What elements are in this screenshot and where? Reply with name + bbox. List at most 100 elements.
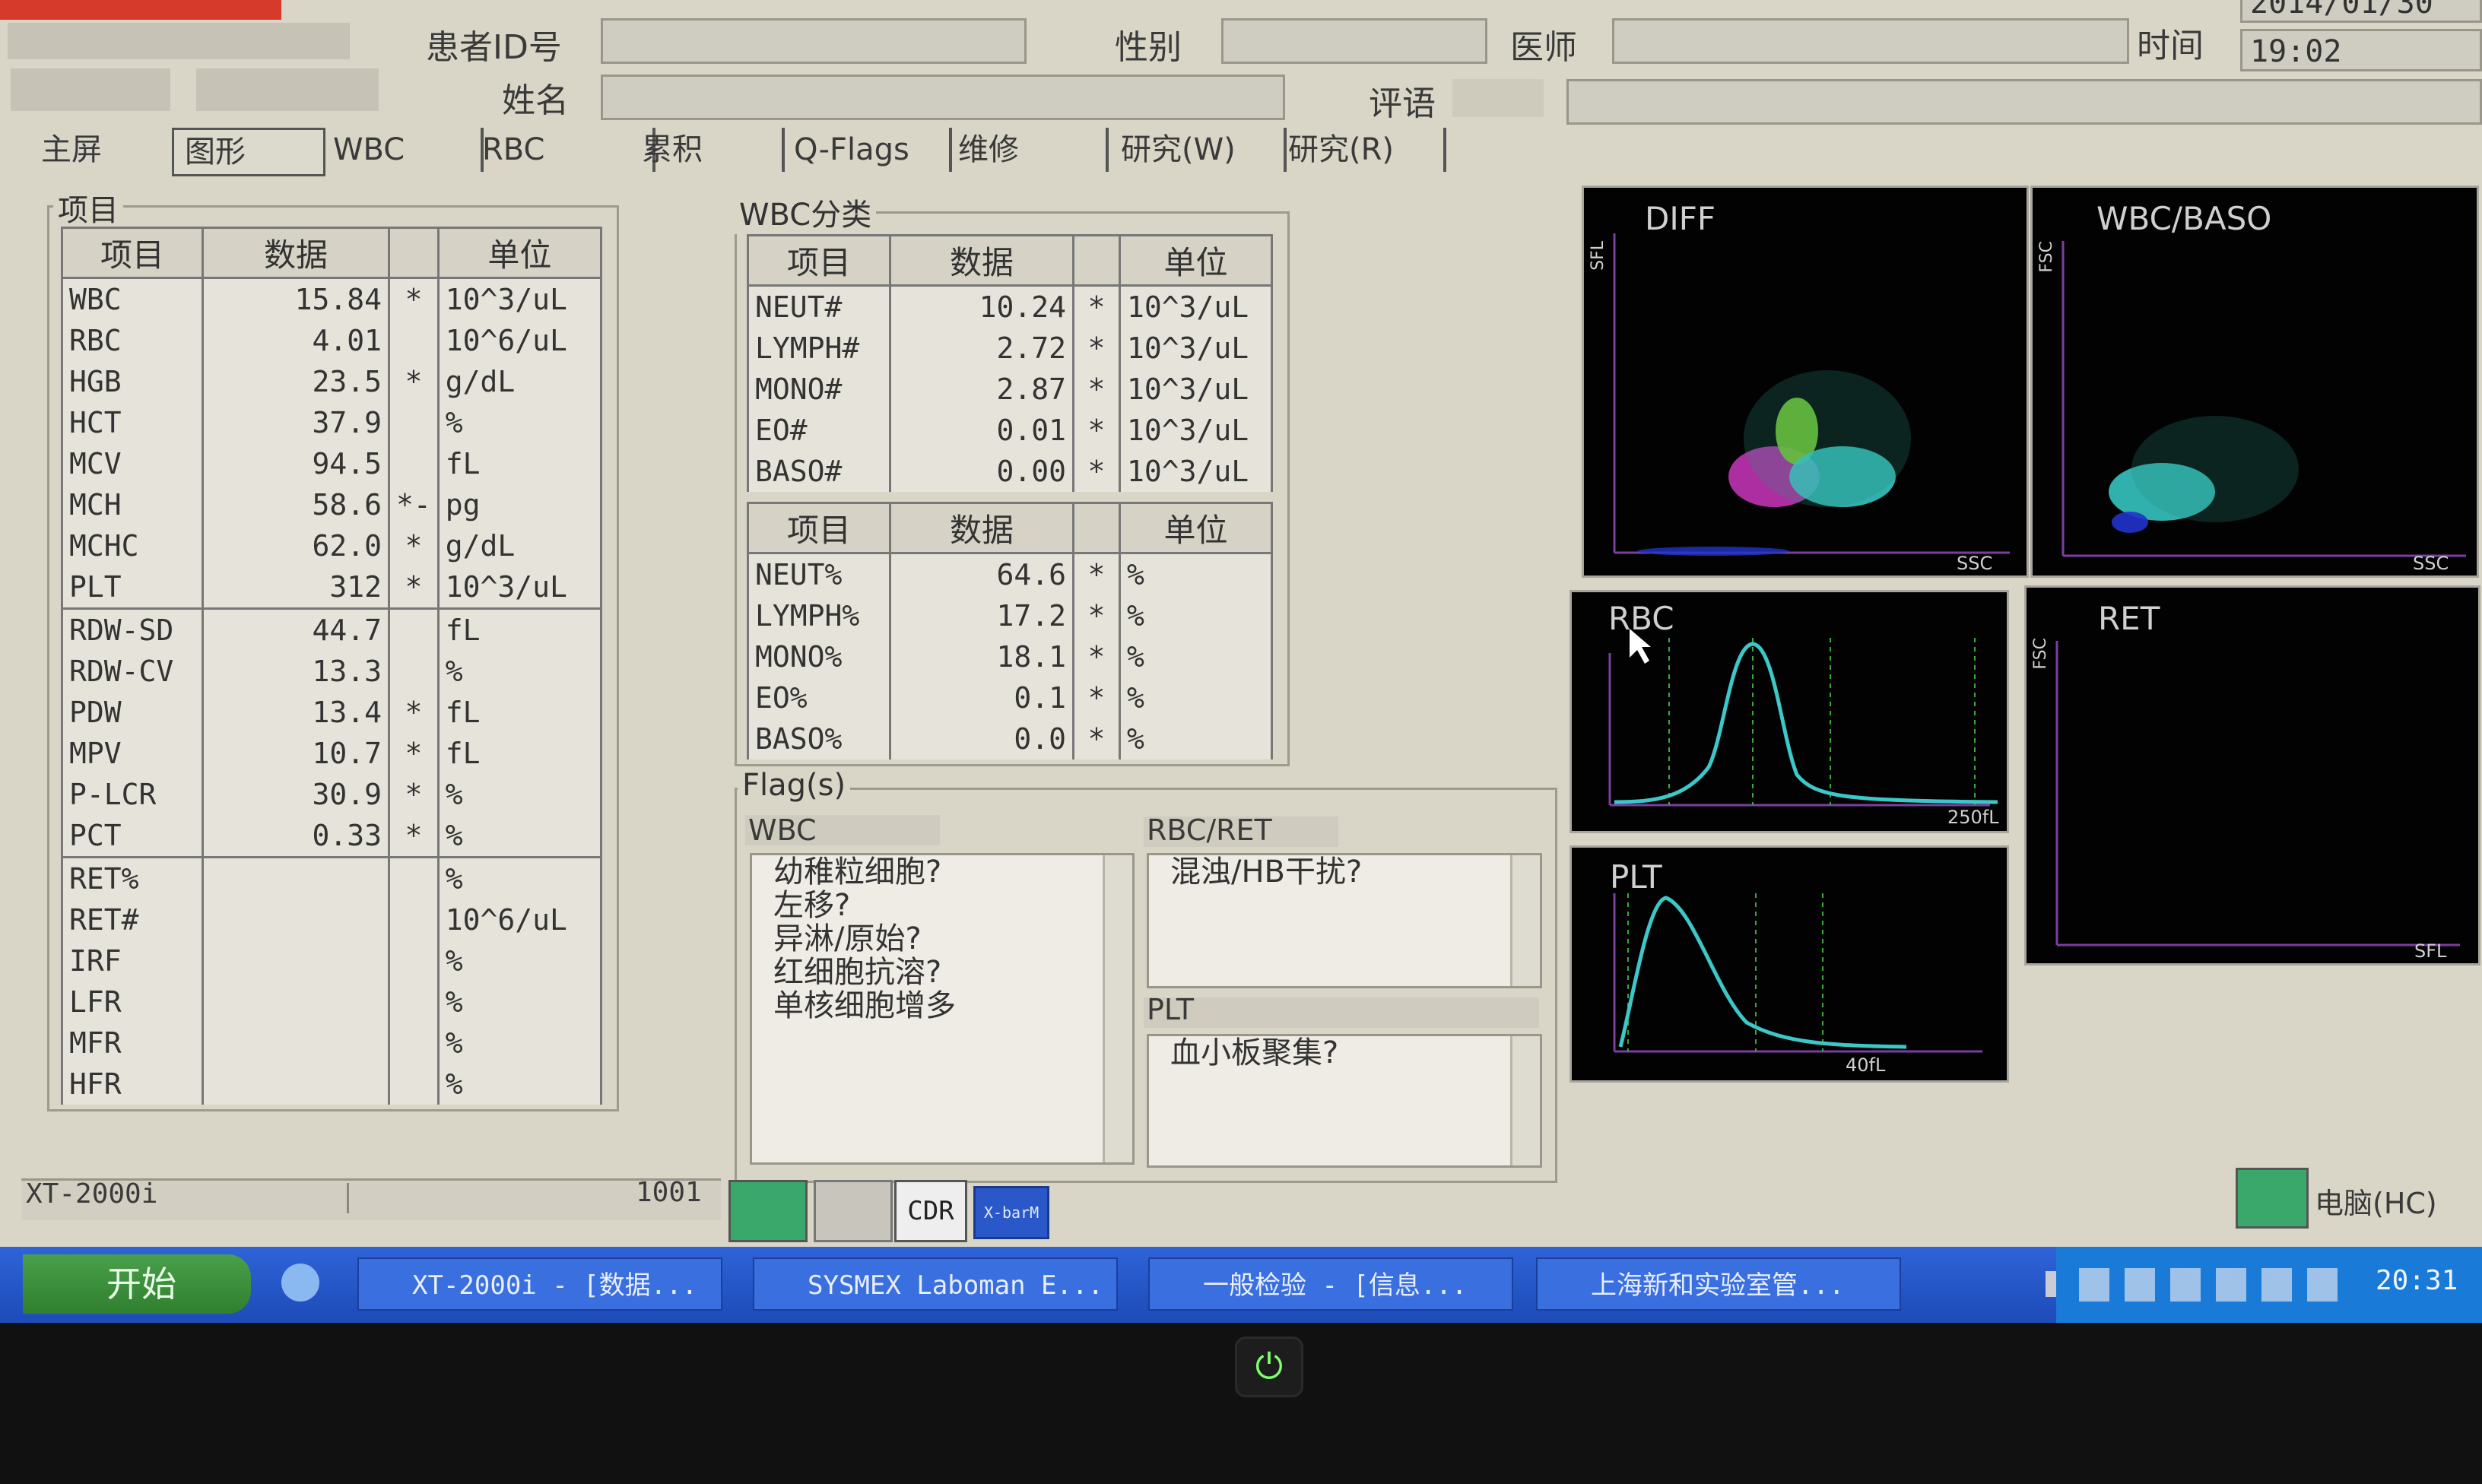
start-button[interactable]: 开始 [23, 1254, 251, 1314]
taskbar-item-laboman[interactable]: SYSMEX Laboman E... [753, 1257, 1118, 1311]
taskbar: 开始 XT-2000i - [数据... SYSMEX Laboman E...… [0, 1247, 2482, 1323]
cdr-button[interactable]: CDR [894, 1180, 967, 1242]
tab-graphics[interactable]: 图形 [172, 128, 325, 176]
name-field[interactable] [601, 75, 1285, 120]
wbc-pct-header-name: 项目 [747, 502, 891, 554]
cell-name: RET% [61, 856, 204, 899]
items-header-name: 项目 [61, 227, 204, 279]
cell-flag: * [1072, 328, 1121, 369]
cell-flag [388, 940, 440, 981]
cell-unit: 10^3/uL [1119, 410, 1273, 451]
table-row: BASO# 0.00 * 10^3/uL [747, 451, 1273, 492]
cell-name: RBC [61, 320, 204, 361]
table-row: PDW 13.4 * fL [61, 692, 603, 733]
cell-unit: 10^3/uL [1119, 285, 1273, 328]
time-field: 19:02 [2240, 29, 2482, 71]
cell-value: 64.6 [889, 553, 1074, 595]
xbar-button[interactable]: X-barM [973, 1186, 1049, 1239]
wbc-abs-header-flag [1072, 234, 1121, 287]
cell-unit: 10^3/uL [1119, 328, 1273, 369]
tab-rbc[interactable]: RBC [471, 128, 655, 172]
cell-value: 18.1 [889, 636, 1074, 677]
tab-maintenance[interactable]: 维修 [947, 128, 1109, 172]
gender-field[interactable] [1221, 18, 1487, 64]
table-row: IRF% [61, 940, 603, 981]
table-row: BASO% 0.0 *% [747, 718, 1273, 759]
ret-ylabel: FSC [2031, 638, 2050, 670]
sampler-button[interactable] [814, 1180, 893, 1242]
plt-flags-list[interactable]: 血小板聚集? [1147, 1034, 1542, 1168]
tray-icons[interactable] [2079, 1268, 2353, 1302]
wbc-abs-header-value: 数据 [889, 234, 1074, 287]
cell-value: 10.7 [202, 733, 390, 774]
wbc-flags-scrollbar[interactable] [1103, 855, 1132, 1162]
tab-research-w[interactable]: 研究(W) [1110, 128, 1287, 172]
tab-research-r[interactable]: 研究(R) [1278, 128, 1446, 172]
table-row: LFR% [61, 981, 603, 1023]
cell-value: 0.00 [889, 451, 1074, 492]
plt-flags-scrollbar[interactable] [1510, 1036, 1540, 1165]
taskbar-item-lab-system[interactable]: 上海新和实验室管... [1536, 1257, 1901, 1311]
cell-unit: 10^3/uL [436, 277, 603, 320]
system-tray: 20:31 [2056, 1247, 2482, 1323]
cell-flag [388, 402, 440, 443]
cell-flag [388, 607, 440, 651]
cell-name: MCHC [61, 525, 204, 566]
wbc-flag-item: 左移? [773, 888, 851, 923]
tab-qflags[interactable]: Q-Flags [783, 128, 952, 172]
cell-value: 30.9 [202, 774, 390, 815]
cell-unit: % [436, 651, 603, 692]
header-blank-2 [11, 68, 170, 111]
plt-plot-area [1613, 893, 1982, 1053]
cell-unit: fL [436, 733, 603, 774]
cell-name: BASO% [747, 718, 891, 759]
taskbar-item-general-test[interactable]: 一般检验 - [信息... [1148, 1257, 1513, 1311]
wbc-abs-header-unit: 单位 [1119, 234, 1273, 287]
taskbar-item-xt2000i[interactable]: XT-2000i - [数据... [357, 1257, 722, 1311]
cell-flag: * [1072, 410, 1121, 451]
diff-plot-area [1613, 233, 2010, 556]
wbc-flags-list[interactable]: 幼稚粒细胞? 左移? 异淋/原始? 红细胞抗溶? 单核细胞增多 [750, 853, 1135, 1165]
table-row: RET%% [61, 856, 603, 899]
patient-id-field[interactable] [601, 18, 1027, 64]
rbc-flags-list[interactable]: 混浊/HB干扰? [1147, 853, 1542, 988]
title-red-tab [0, 0, 281, 20]
printer-button[interactable] [728, 1180, 808, 1242]
cell-name: RDW-CV [61, 651, 204, 692]
cell-value: 44.7 [202, 607, 390, 651]
rbc-flag-item: 混浊/HB干扰? [1170, 855, 1363, 889]
cell-name: BASO# [747, 451, 891, 492]
cell-value: 0.33 [202, 815, 390, 858]
wbc-flag-item: 单核细胞增多 [773, 988, 956, 1023]
ie-icon[interactable] [281, 1264, 319, 1302]
power-button-icon[interactable]: ⏻ [1235, 1337, 1303, 1397]
cell-value [202, 899, 390, 940]
comment-field[interactable] [1566, 79, 2482, 125]
cell-flag: * [1072, 595, 1121, 636]
cell-flag: * [1072, 553, 1121, 595]
cell-flag: * [1072, 451, 1121, 492]
cell-value: 312 [202, 566, 390, 609]
ret-scattergram: RET FSC SFL [2024, 585, 2480, 966]
tab-cumulative[interactable]: 累积 [631, 128, 785, 172]
cell-value: 58.6 [202, 484, 390, 525]
doctor-label: 医师 [1510, 28, 1577, 67]
wbc-baso-scattergram: WBC/BASO FSC SSC [2030, 186, 2479, 578]
table-row: RDW-CV 13.3% [61, 651, 603, 692]
rbc-flags-scrollbar[interactable] [1510, 855, 1540, 986]
cell-name: LYMPH# [747, 328, 891, 369]
rbc-flags-label: RBC/RET [1147, 813, 1272, 847]
wbc-group-title: WBC分类 [735, 190, 877, 234]
cell-name: IRF [61, 940, 204, 981]
table-row: HGB 23.5 * g/dL [61, 361, 603, 402]
cell-value: 13.4 [202, 692, 390, 733]
diff-xlabel: SSC [1957, 553, 1993, 574]
tab-main[interactable]: 主屏 [30, 128, 113, 172]
cell-value: 37.9 [202, 402, 390, 443]
ret-plot-area [2055, 641, 2460, 947]
date-field: 2014/01/30 [2240, 0, 2482, 23]
table-row: EO# 0.01 * 10^3/uL [747, 410, 1273, 451]
tab-wbc[interactable]: WBC [322, 128, 484, 172]
cell-name: LYMPH% [747, 595, 891, 636]
doctor-field[interactable] [1612, 18, 2129, 64]
